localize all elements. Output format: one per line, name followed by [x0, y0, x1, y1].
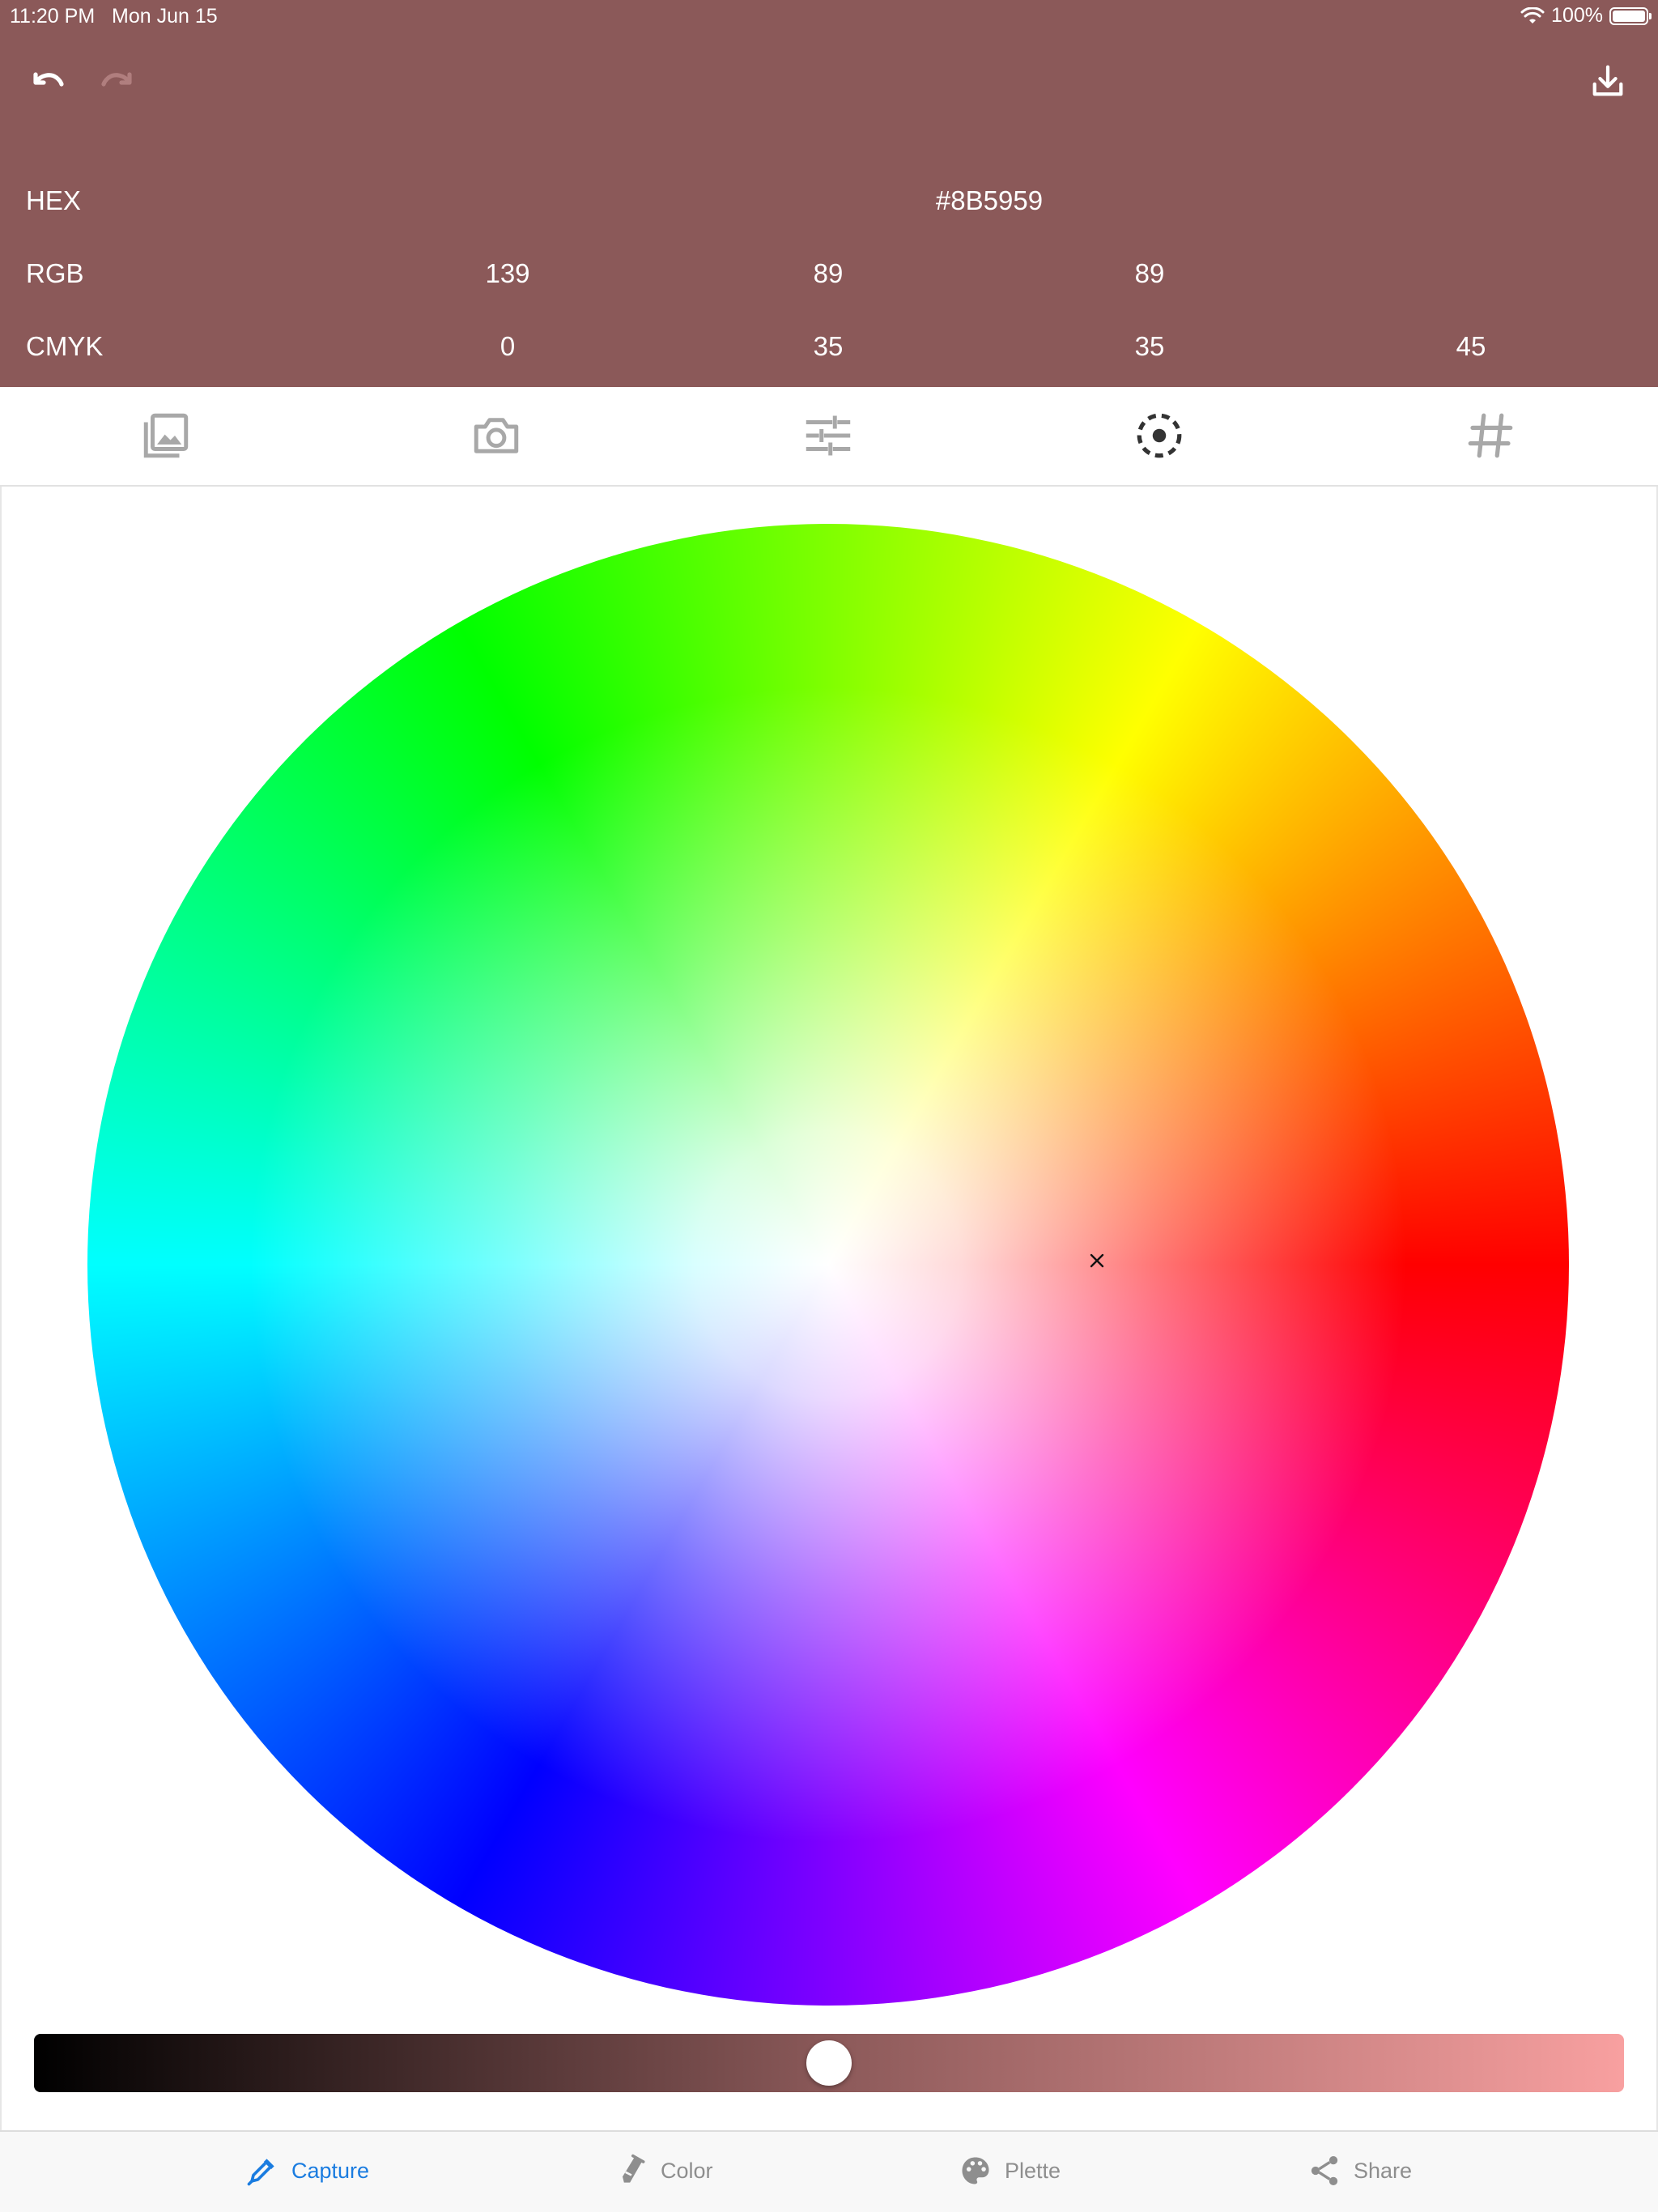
color-wheel-icon — [1137, 413, 1182, 458]
cmyk-yellow-value[interactable]: 35 — [1069, 331, 1231, 362]
tab-gallery[interactable] — [134, 403, 198, 468]
download-button[interactable] — [1584, 57, 1632, 105]
wifi-icon — [1520, 6, 1545, 23]
bottom-tab-bar: Capture Color Plette Share — [0, 2130, 1658, 2212]
redo-button[interactable] — [92, 57, 141, 105]
tab-capture[interactable]: Capture — [244, 2153, 369, 2189]
hex-label: HEX — [26, 185, 81, 215]
camera-icon — [474, 418, 519, 453]
tab-color[interactable]: Color — [614, 2153, 713, 2189]
status-date: Mon Jun 15 — [112, 5, 218, 28]
status-time: 11:20 PM — [10, 5, 96, 28]
rgb-label: RGB — [26, 258, 84, 288]
tab-capture-label: Capture — [291, 2158, 370, 2183]
tab-share[interactable]: Share — [1307, 2153, 1412, 2189]
tab-share-label: Share — [1354, 2158, 1413, 2183]
undo-icon — [33, 72, 64, 87]
palette-icon — [962, 2157, 989, 2184]
cmyk-key-value[interactable]: 45 — [1390, 331, 1552, 362]
battery-percentage: 100% — [1551, 4, 1603, 27]
share-icon — [1311, 2156, 1338, 2185]
tab-palette-label: Plette — [1005, 2158, 1061, 2183]
cmyk-magenta-value[interactable]: 35 — [747, 331, 909, 362]
battery-icon — [1609, 6, 1652, 25]
cmyk-label: CMYK — [26, 331, 104, 361]
color-wheel[interactable] — [87, 524, 1569, 2006]
sliders-icon — [806, 415, 851, 456]
download-icon — [1592, 65, 1623, 96]
tab-palette[interactable]: Plette — [958, 2153, 1061, 2189]
color-readout-header: 11:20 PM Mon Jun 15 100% HEX #8B5959 RGB… — [0, 0, 1658, 387]
cmyk-cyan-value[interactable]: 0 — [427, 331, 589, 362]
tab-color-label: Color — [661, 2158, 713, 2183]
hash-icon — [1468, 413, 1513, 458]
status-bar: 11:20 PM Mon Jun 15 100% — [0, 0, 1658, 32]
brightness-slider-thumb[interactable] — [806, 2040, 852, 2086]
mode-tab-bar — [0, 387, 1658, 487]
tab-color-wheel[interactable] — [1127, 403, 1192, 468]
tab-camera[interactable] — [464, 403, 529, 468]
rgb-blue-value[interactable]: 89 — [1069, 258, 1231, 289]
eyedropper-icon — [247, 2159, 274, 2186]
paint-tube-icon — [623, 2154, 645, 2183]
tab-hex[interactable] — [1458, 403, 1523, 468]
rgb-red-value[interactable]: 139 — [427, 258, 589, 289]
status-indicators: 100% — [1520, 4, 1652, 28]
color-selection-marker[interactable] — [1082, 1246, 1112, 1275]
gallery-icon — [143, 413, 189, 458]
tab-sliders[interactable] — [796, 403, 861, 468]
hex-value[interactable]: #8B5959 — [908, 185, 1070, 216]
redo-icon — [101, 72, 132, 87]
undo-button[interactable] — [24, 57, 73, 105]
rgb-green-value[interactable]: 89 — [747, 258, 909, 289]
